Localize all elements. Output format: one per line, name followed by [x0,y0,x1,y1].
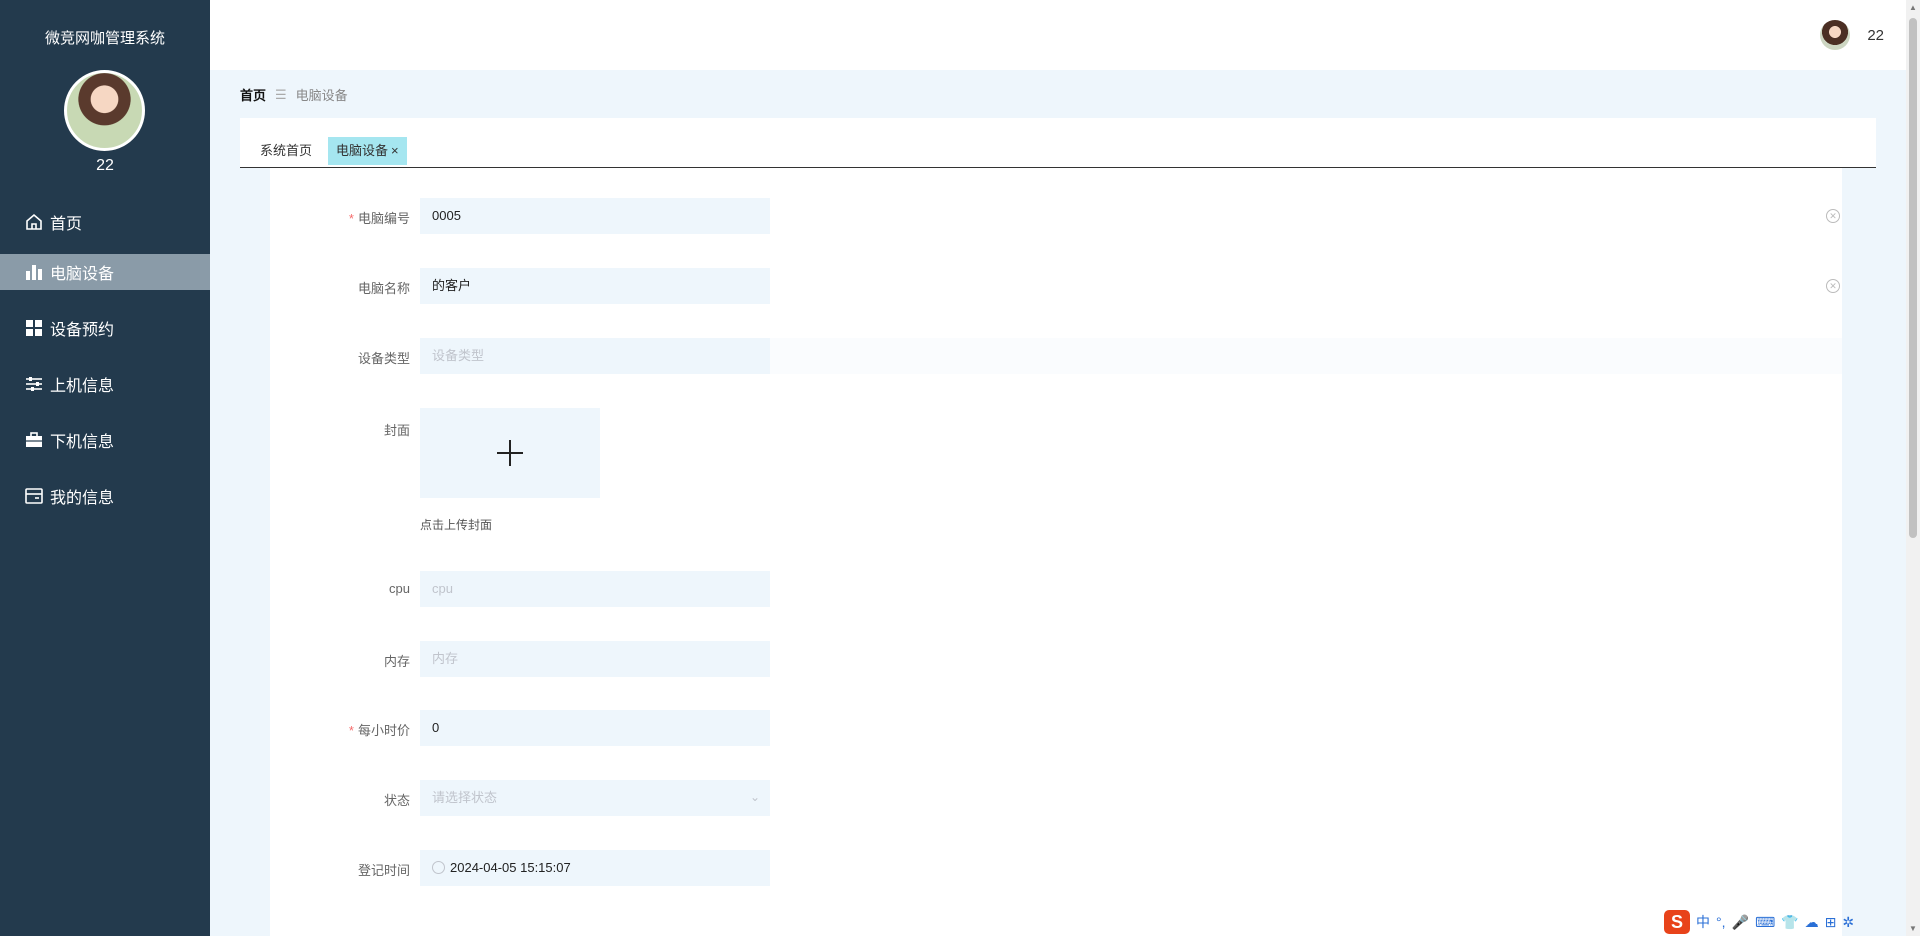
home-icon [24,212,44,232]
sidebar-item-label: 下机信息 [50,434,115,451]
ime-keyboard-icon[interactable]: ⌨ [1755,914,1775,931]
sidebar-menu: 首页 电脑设备 设备预约 上机信息 下机信息 我的信息 [0,202,210,524]
sliders-icon [24,374,44,394]
computer-no-label: * 电脑编号 [290,208,410,227]
computer-name-label: 电脑名称 [357,281,410,296]
row-highlight [770,338,1842,374]
clear-icon[interactable]: ✕ [1826,279,1840,293]
breadcrumb-home[interactable]: 首页 [240,85,266,104]
sidebar: 微竞网咖管理系统 22 首页 电脑设备 设备预约 上机信息 下机信息 我的信息 [0,0,210,936]
sidebar-item-label: 设备预约 [50,322,115,339]
computer-no-input[interactable]: 0005 [420,198,770,234]
hourly-price-label: * 每小时价 [290,720,410,739]
required-mark: * [348,211,354,226]
sidebar-item-label: 上机信息 [50,378,115,395]
vertical-scrollbar[interactable]: ▲ ▼ [1906,0,1920,936]
form-row-computer-name: 电脑名称 的客户 ✕ [270,268,1842,304]
form-row-hourly-price: * 每小时价 0 [270,710,1842,746]
device-type-input[interactable]: 设备类型 [420,338,770,374]
clear-icon[interactable]: ✕ [1826,209,1840,223]
cover-upload-tip: 点击上传封面 [420,518,493,532]
ime-lang-toggle[interactable]: 中 [1696,912,1710,932]
main-content: 首页 ☰ 电脑设备 系统首页 电脑设备 × * 电脑编号 0005 ✕ 电脑名称 的… [210,70,1906,936]
ime-logo-icon[interactable]: S [1664,910,1690,934]
system-title: 微竞网咖管理系统 [44,30,165,47]
sidebar-item-home[interactable]: 首页 [0,202,210,242]
header-avatar[interactable] [1820,20,1850,50]
status-select[interactable]: 请选择状态 [420,780,770,816]
ime-tools-icon[interactable]: ⊞ [1825,914,1837,931]
sidebar-item-label: 首页 [50,216,83,233]
sidebar-item-my-info[interactable]: 我的信息 [0,468,210,524]
required-mark: * [348,723,354,738]
sidebar-avatar [64,70,145,151]
computer-form: * 电脑编号 0005 ✕ 电脑名称 的客户 ✕ 设备类型 设备类型 封面 点击上… [270,168,1842,936]
plus-icon [497,440,523,466]
bar-chart-icon [24,262,44,282]
cover-upload-button[interactable] [420,408,600,498]
sidebar-item-login-info[interactable]: 上机信息 [0,356,210,412]
sidebar-item-label: 我的信息 [50,490,115,507]
card-icon [24,486,44,506]
scroll-thumb[interactable] [1909,18,1917,538]
tab-label: 系统首页 [260,143,313,158]
form-row-device-type: 设备类型 设备类型 [270,338,1842,374]
memory-input[interactable]: 内存 [420,641,770,677]
cpu-label: cpu [389,581,410,596]
ime-punct-icon[interactable]: °, [1716,914,1726,930]
tab-system-home[interactable]: 系统首页 [252,137,320,165]
tabs-bar: 系统首页 电脑设备 × [240,118,1876,168]
sidebar-item-booking[interactable]: 设备预约 [0,300,210,356]
breadcrumb-current: 电脑设备 [295,88,348,103]
memory-label: 内存 [383,654,410,669]
form-row-status: 状态 请选择状态 ⌄ [270,780,1842,816]
ime-mic-icon[interactable]: 🎤 [1732,914,1749,931]
form-row-computer-no: * 电脑编号 0005 ✕ [270,198,1842,234]
computer-name-input[interactable]: 的客户 [420,268,770,304]
scroll-up-icon[interactable]: ▲ [1909,3,1917,12]
tab-label: 电脑设备 [336,143,389,158]
ime-settings-icon[interactable]: ✲ [1842,914,1854,931]
device-type-label: 设备类型 [357,351,410,366]
sidebar-username: 22 [96,157,114,174]
chevron-down-icon[interactable]: ⌄ [750,790,760,804]
sidebar-item-label: 电脑设备 [50,266,115,283]
label-text: 电脑编号 [357,211,410,226]
sidebar-item-computers[interactable]: 电脑设备 [0,254,210,290]
briefcase-icon [24,430,44,450]
ime-skin-icon[interactable]: 👕 [1781,914,1798,931]
register-time-label: 登记时间 [357,863,410,878]
scroll-down-icon[interactable]: ▼ [1909,924,1917,933]
cover-label: 封面 [383,423,410,438]
hourly-price-input[interactable]: 0 [420,710,770,746]
header-username[interactable]: 22 [1867,27,1884,44]
top-header: 22 [210,0,1906,70]
cpu-input[interactable]: cpu [420,571,770,607]
form-row-memory: 内存 内存 [270,641,1842,677]
clock-icon [432,861,445,874]
form-row-register-time: 登记时间 2024-04-05 15:15:07 [270,850,1842,886]
ime-toolbar: S 中 °, 🎤 ⌨ 👕 ☁ ⊞ ✲ [1664,910,1854,934]
breadcrumb-separator-icon: ☰ [275,86,287,102]
sidebar-item-logout-info[interactable]: 下机信息 [0,412,210,468]
register-time-input[interactable]: 2024-04-05 15:15:07 [420,850,770,886]
form-row-cpu: cpu cpu [270,571,1842,607]
tab-computers[interactable]: 电脑设备 × [328,137,407,165]
breadcrumb: 首页 ☰ 电脑设备 [240,85,348,104]
label-text: 每小时价 [357,723,410,738]
ime-cloud-icon[interactable]: ☁ [1805,914,1819,931]
close-icon[interactable]: × [391,143,399,158]
status-label: 状态 [383,793,410,808]
grid-icon [24,318,44,338]
